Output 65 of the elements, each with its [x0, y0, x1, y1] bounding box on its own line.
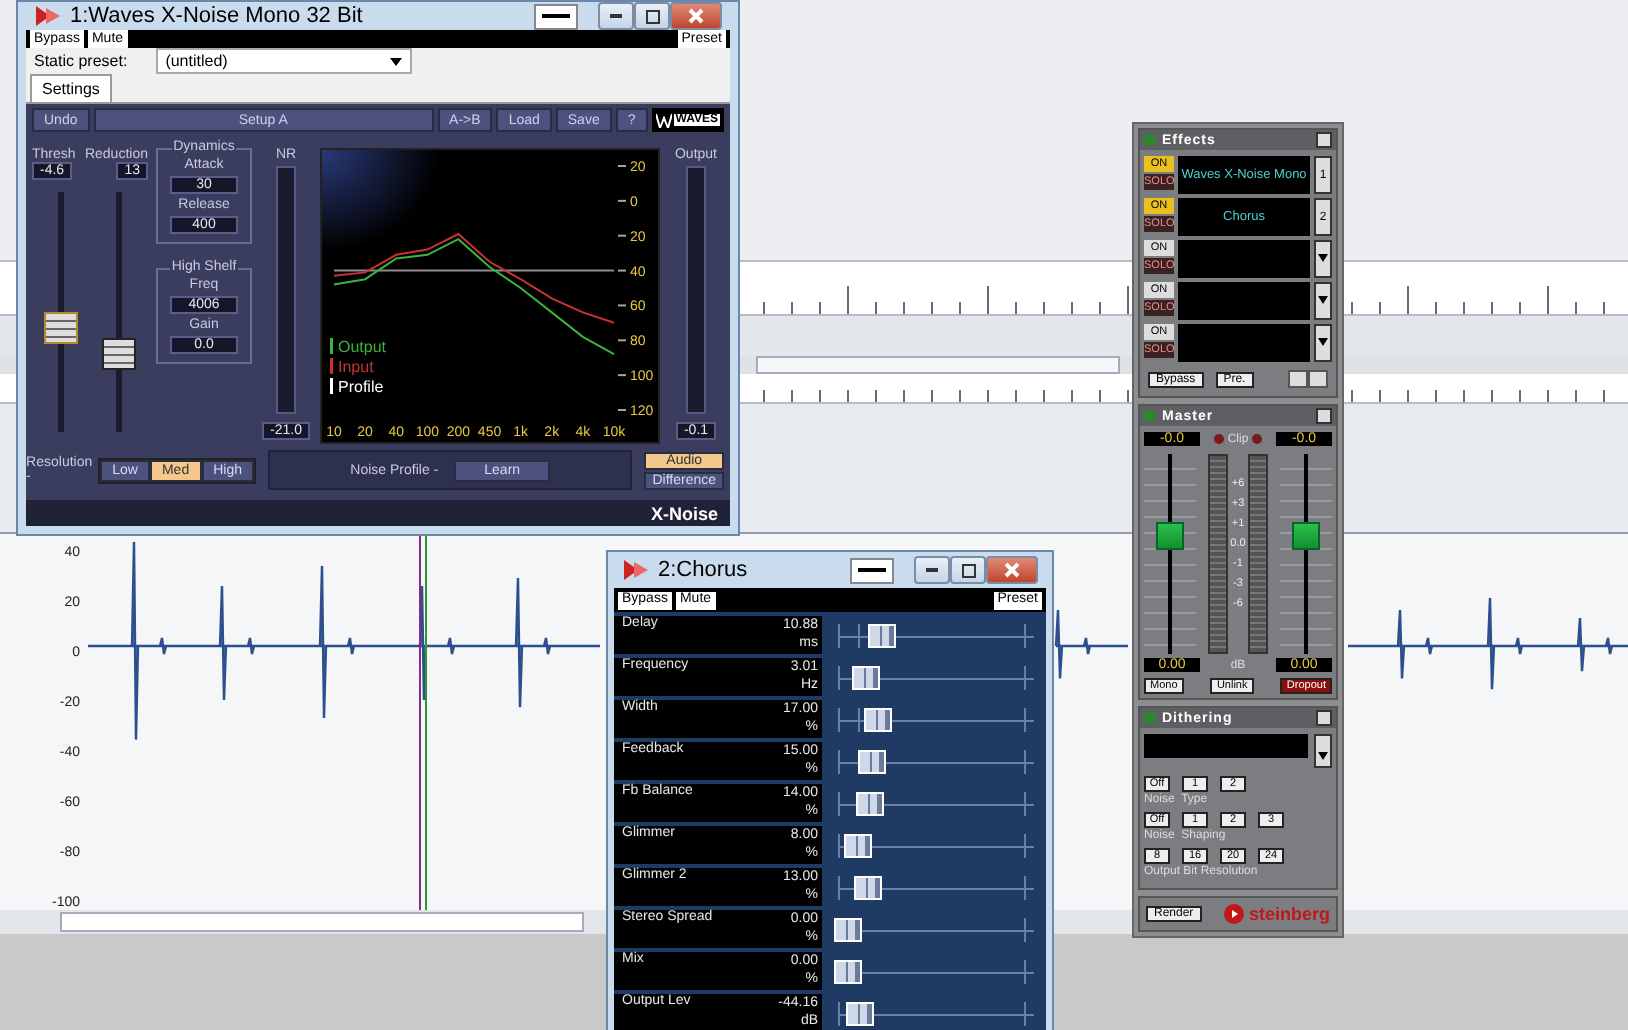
legend-label: Profile: [338, 378, 385, 396]
slider-thumb[interactable]: [851, 666, 880, 690]
fader-thumb[interactable]: [44, 312, 78, 345]
dropdown-button[interactable]: [1314, 240, 1332, 278]
minimize-icon: [926, 568, 938, 572]
close-button[interactable]: [986, 556, 1038, 584]
slider-thumb[interactable]: [854, 876, 883, 900]
maximize-button[interactable]: [634, 2, 670, 30]
legend-label: Output: [338, 338, 388, 356]
legend-item: Profile: [330, 378, 384, 396]
field-label: Static preset:: [34, 52, 128, 70]
close-button[interactable]: [670, 2, 722, 30]
status-led: [1144, 712, 1156, 724]
fader-thumb[interactable]: [1292, 522, 1320, 551]
scrollbar[interactable]: [60, 912, 584, 932]
collapse-button[interactable]: [850, 557, 894, 583]
caret-icon: [1318, 752, 1328, 760]
minimize-button[interactable]: [598, 2, 634, 30]
minimize-icon: [610, 14, 622, 18]
slider-thumb[interactable]: [834, 918, 862, 942]
legend-item: Output: [330, 338, 387, 356]
maximize-icon: [645, 9, 659, 23]
tab[interactable]: Settings: [30, 74, 112, 102]
minimize-button[interactable]: [914, 556, 950, 584]
slider-thumb[interactable]: [868, 624, 897, 648]
dropdown-button[interactable]: [1314, 734, 1332, 768]
caret-icon: [389, 57, 402, 65]
app-icon: [34, 4, 62, 28]
caret-icon: [1318, 295, 1328, 303]
plugin-name: X-Noise: [650, 503, 718, 523]
slider-thumb[interactable]: [834, 960, 862, 984]
fader-thumb[interactable]: [1156, 522, 1184, 551]
close-icon: [688, 8, 704, 24]
scrollbar[interactable]: [756, 356, 1120, 374]
window-title: 2:Chorus: [658, 558, 750, 582]
legend-label: Input: [338, 358, 376, 376]
app-icon: [622, 558, 650, 582]
brand-logo: steinberg: [1224, 904, 1330, 924]
collapse-button[interactable]: [534, 3, 578, 29]
maximize-button[interactable]: [950, 556, 986, 584]
slider-thumb[interactable]: [863, 708, 892, 732]
slider-thumb[interactable]: [844, 834, 873, 858]
clip-led: [1213, 434, 1224, 444]
dropdown-button[interactable]: [1314, 282, 1332, 320]
waveform-drawing: [1054, 608, 1130, 680]
status-led: [1144, 410, 1156, 422]
slider-thumb[interactable]: [856, 792, 885, 816]
panel-toggle[interactable]: [1316, 408, 1332, 424]
status-led: [1144, 134, 1156, 146]
legend-item: Input: [330, 358, 374, 376]
dropdown-button[interactable]: [1314, 324, 1332, 362]
window-title: 1:Waves X-Noise Mono 32 Bit: [70, 4, 365, 28]
slider-thumb[interactable]: [858, 750, 887, 774]
clip-led: [1252, 434, 1263, 444]
close-icon: [1004, 562, 1020, 578]
preset-dropdown[interactable]: (untitled): [155, 48, 412, 74]
toggle-button[interactable]: [1288, 370, 1328, 388]
line-icon: [542, 14, 570, 18]
line-icon: [858, 568, 886, 572]
panel-toggle[interactable]: [1316, 710, 1332, 726]
fader-thumb[interactable]: [102, 337, 136, 370]
maximize-icon: [961, 563, 975, 577]
caret-icon: [1318, 337, 1328, 345]
slider-thumb[interactable]: [846, 1002, 875, 1026]
panel-toggle[interactable]: [1316, 132, 1332, 148]
